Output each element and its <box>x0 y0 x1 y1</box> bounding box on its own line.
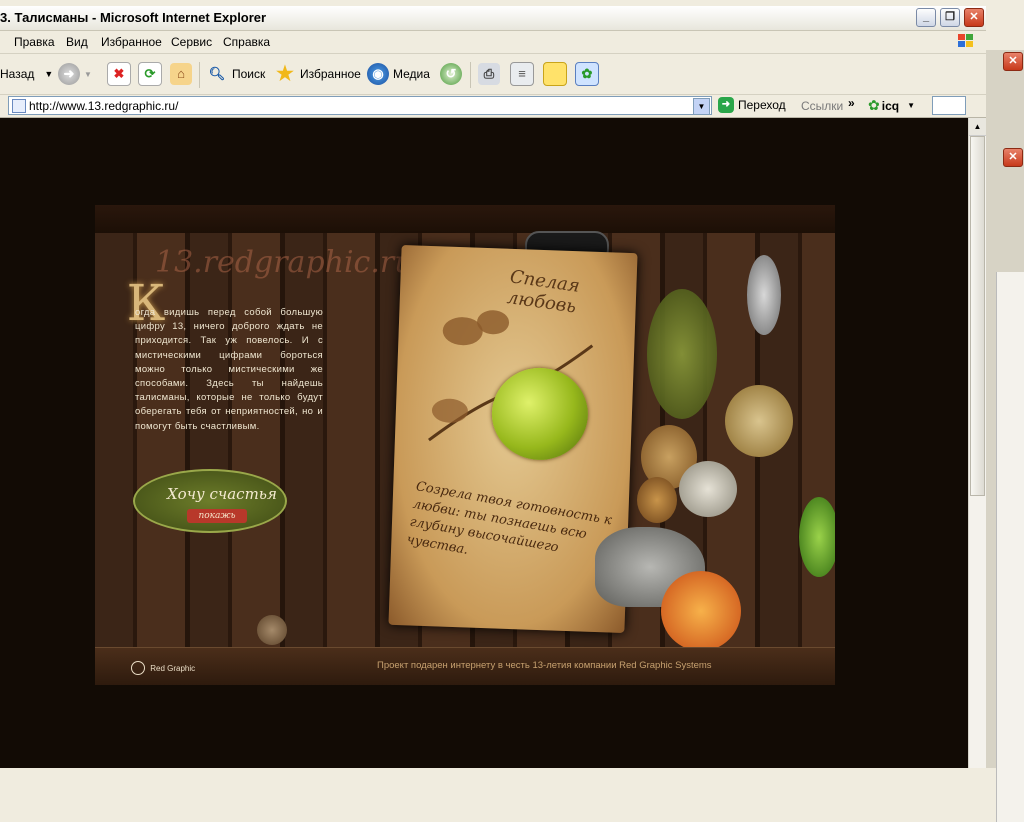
toolbar-divider <box>199 62 200 88</box>
links-label[interactable]: Ссылки <box>801 99 843 113</box>
media-label: Медиа <box>393 67 430 81</box>
stop-button[interactable]: ✖ <box>107 60 135 88</box>
toolbar-divider <box>470 62 471 88</box>
window-titlebar: 3. Талисманы - Microsoft Internet Explor… <box>0 6 986 31</box>
close-button[interactable]: ✕ <box>1003 148 1023 167</box>
chevron-down-icon[interactable]: ▼ <box>907 101 915 110</box>
intro-text: огда видишь перед собой большую цифру 13… <box>135 307 323 432</box>
star-icon: ★ <box>276 63 294 85</box>
home-icon: ⌂ <box>170 63 192 85</box>
search-label: Поиск <box>232 67 266 81</box>
cup-icon <box>679 461 737 517</box>
search-icon: 🔍︎ <box>208 66 226 81</box>
page-viewport: 13.redgraphic.ru К огда видишь перед соб… <box>0 118 968 768</box>
back-button[interactable]: Назад ▼ <box>0 60 53 88</box>
icq-flower-icon: ✿ <box>575 62 599 86</box>
maximize-button[interactable]: ❐ <box>940 8 960 27</box>
orange-button-icon <box>661 571 741 651</box>
printer-icon: ⎙ <box>478 63 500 85</box>
cta-label: Хочу счастья <box>167 485 277 503</box>
note-icon <box>543 62 567 86</box>
toolbar-search-input[interactable] <box>932 96 966 115</box>
go-label: Переход <box>738 98 786 112</box>
icq-label: icq <box>881 98 900 113</box>
coin-icon <box>725 385 793 457</box>
close-button[interactable]: ✕ <box>964 8 984 27</box>
footer-logo-label: Red Graphic <box>150 663 196 673</box>
menu-item-edit[interactable]: Правка <box>14 35 55 49</box>
refresh-icon: ⟳ <box>138 62 162 86</box>
favorites-button[interactable]: ★ Избранное <box>274 60 361 88</box>
window-title: 3. Талисманы - Microsoft Internet Explor… <box>0 10 267 25</box>
icq-button[interactable]: ✿ icq ▼ <box>868 97 915 114</box>
address-url: http://www.13.redgraphic.ru/ <box>29 99 179 113</box>
happiness-cta[interactable]: Хочу счастья покажь <box>123 461 313 545</box>
footer-text: Проект подарен интернету в честь 13-лети… <box>377 660 712 671</box>
favorites-label: Избранное <box>300 67 361 81</box>
address-bar: http://www.13.redgraphic.ru/ ▼ ➜ Переход… <box>0 95 986 118</box>
background-window: ✕ ✕ <box>986 50 1024 822</box>
redgraphic-logo[interactable]: Red Graphic <box>131 661 195 675</box>
menu-item-help[interactable]: Справка <box>223 35 270 49</box>
chevron-down-icon[interactable]: ▼ <box>44 69 53 79</box>
grapes-icon <box>647 289 717 419</box>
site-logo-text: 13.redgraphic.ru <box>155 245 414 280</box>
menu-item-view[interactable]: Вид <box>66 35 88 49</box>
banner-top-border <box>95 205 835 233</box>
scroll-up-icon[interactable]: ▲ <box>969 118 986 136</box>
button-ornament-icon <box>257 615 287 645</box>
spoon-icon <box>747 255 781 335</box>
forward-arrow-icon: ➜ <box>58 63 80 85</box>
talismans-banner: 13.redgraphic.ru К огда видишь перед соб… <box>95 205 835 685</box>
vertical-scrollbar[interactable]: ▲ <box>968 118 986 768</box>
scroll-thumb[interactable] <box>970 136 985 496</box>
back-label: Назад <box>0 67 35 81</box>
history-icon: ↺ <box>440 63 462 85</box>
stop-icon: ✖ <box>107 62 131 86</box>
search-button[interactable]: 🔍︎ Поиск <box>206 60 266 88</box>
home-button[interactable]: ⌂ <box>170 60 196 88</box>
menu-bar: Правка Вид Избранное Сервис Справка <box>0 31 986 54</box>
redgraphic-logo-icon <box>131 661 145 675</box>
menu-item-tools[interactable]: Сервис <box>171 35 212 49</box>
chevron-right-icon[interactable]: » <box>848 96 855 110</box>
go-button[interactable]: ➜ Переход <box>718 97 786 113</box>
go-arrow-icon: ➜ <box>718 97 734 113</box>
chevron-down-icon[interactable]: ▼ <box>693 98 710 115</box>
close-button[interactable]: ✕ <box>1003 52 1023 71</box>
note-button[interactable] <box>543 60 571 88</box>
media-button[interactable]: ◉ Медиа <box>367 60 430 88</box>
icq-flower-icon: ✿ <box>868 97 880 113</box>
windows-logo-icon <box>956 32 976 50</box>
teddy-bear-icon <box>637 477 677 523</box>
cta-ribbon: покажь <box>187 509 247 523</box>
history-button[interactable]: ↺ <box>440 60 466 88</box>
icq-toolbar-button[interactable]: ✿ <box>575 60 603 88</box>
address-input[interactable]: http://www.13.redgraphic.ru/ ▼ <box>8 96 712 115</box>
media-globe-icon: ◉ <box>367 63 389 85</box>
toolbar: Назад ▼ ➜ ▼ ✖ ⟳ ⌂ 🔍︎ Поиск ★ Избранное ◉… <box>0 54 986 95</box>
background-window-scrollbar <box>996 272 1024 822</box>
beetle-icon <box>799 497 835 577</box>
page-icon <box>12 99 26 113</box>
minimize-button[interactable]: _ <box>916 8 936 27</box>
menu-item-favorites[interactable]: Избранное <box>101 35 162 49</box>
refresh-button[interactable]: ⟳ <box>138 60 166 88</box>
forward-button[interactable]: ➜ ▼ <box>58 60 92 88</box>
chevron-down-icon: ▼ <box>84 69 92 79</box>
edit-icon: ≡ <box>510 62 534 86</box>
card-text: Созрела твоя готовность к любви: ты позн… <box>405 479 613 558</box>
print-button[interactable]: ⎙ <box>478 60 504 88</box>
edit-button[interactable]: ≡ <box>510 60 538 88</box>
